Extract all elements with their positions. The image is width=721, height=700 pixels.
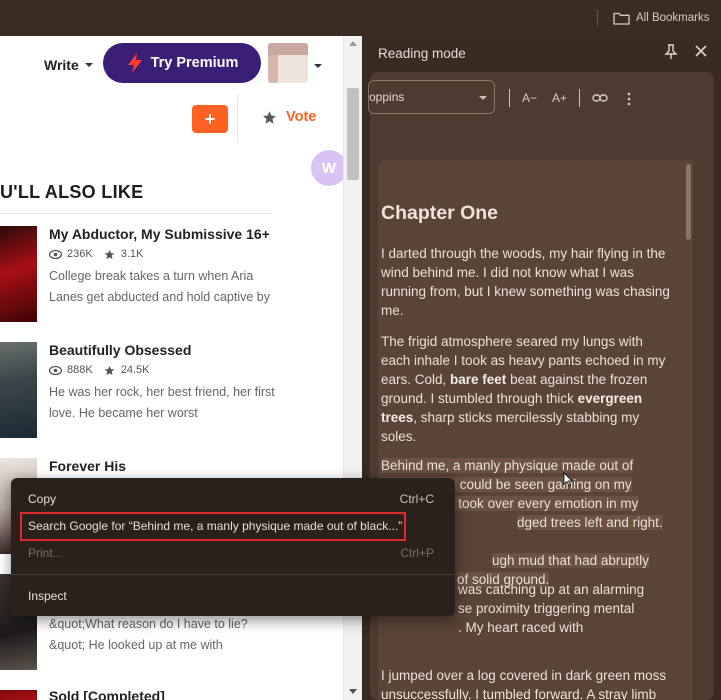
vote-label: Vote — [286, 109, 317, 125]
chevron-down-icon — [479, 96, 487, 100]
write-menu-button[interactable]: Write — [44, 57, 93, 73]
font-family-select[interactable]: oppins — [368, 80, 495, 114]
wattpad-badge[interactable]: W — [311, 150, 347, 186]
scroll-down-arrow-icon[interactable] — [349, 689, 357, 694]
book-description: College break takes a turn when Aria Lan… — [49, 269, 271, 304]
toolbar-divider — [237, 94, 238, 142]
eye-icon — [49, 365, 62, 375]
print-shortcut: Ctrl+P — [400, 546, 434, 560]
try-premium-label: Try Premium — [150, 55, 239, 71]
copy-label: Copy — [28, 492, 57, 506]
section-divider — [0, 213, 272, 214]
article-scrollbar-thumb[interactable] — [686, 164, 691, 240]
link-icon[interactable] — [592, 92, 608, 104]
book-cover[interactable] — [0, 342, 37, 438]
lightning-icon — [127, 53, 142, 73]
vote-count: 3.1K — [120, 248, 144, 260]
vote-button[interactable]: Vote — [262, 109, 316, 125]
star-icon — [262, 110, 277, 124]
increase-font-size-button[interactable]: A+ — [552, 91, 567, 105]
paragraph: I jumped over a log covered in dark gree… — [381, 668, 667, 700]
font-family-value: oppins — [369, 90, 405, 104]
menu-divider — [11, 574, 455, 575]
scrollbar-thumb[interactable] — [347, 88, 359, 180]
book-title[interactable]: My Abductor, My Submissive 16+ — [49, 226, 270, 242]
all-bookmarks-label: All Bookmarks — [636, 12, 710, 24]
book-cover[interactable] — [0, 690, 37, 700]
try-premium-button[interactable]: Try Premium — [103, 43, 261, 83]
pin-icon[interactable] — [664, 44, 678, 60]
write-label: Write — [44, 57, 79, 73]
bookmarks-separator — [597, 10, 598, 26]
more-options-icon[interactable] — [627, 92, 631, 106]
avatar-menu-chevron-icon[interactable] — [314, 64, 322, 68]
section-title: U'LL ALSO LIKE — [0, 182, 144, 202]
book-description: &quot;What reason do I have to lie? &quo… — [49, 617, 248, 652]
vote-count: 24.5K — [120, 364, 150, 376]
paragraph: The frigid atmosphere seared my lungs wi… — [381, 334, 666, 444]
paragraph: I darted through the woods, my hair flyi… — [381, 246, 670, 318]
highlight-box — [20, 512, 406, 541]
book-cover[interactable] — [0, 226, 37, 322]
list-item[interactable]: Beautifully Obsessed 888K 24.5K He was h… — [0, 342, 340, 442]
print-menu-item[interactable]: Print... Ctrl+P — [11, 541, 455, 565]
scroll-up-arrow-icon[interactable] — [349, 41, 357, 46]
add-to-list-button[interactable]: + — [192, 105, 228, 133]
close-icon[interactable] — [695, 45, 707, 57]
print-label: Print... — [28, 546, 63, 560]
avatar[interactable] — [268, 43, 308, 83]
copy-shortcut: Ctrl+C — [399, 492, 434, 506]
reading-mode-title: Reading mode — [378, 46, 466, 61]
star-icon — [104, 365, 115, 375]
decrease-font-size-button[interactable]: A− — [522, 91, 537, 105]
book-stats: 888K 24.5K — [49, 364, 149, 376]
folder-icon — [613, 12, 630, 25]
book-stats: 236K 3.1K — [49, 248, 143, 260]
read-count: 236K — [67, 248, 93, 260]
book-title[interactable]: Beautifully Obsessed — [49, 342, 191, 358]
inspect-menu-item[interactable]: Inspect — [11, 584, 455, 608]
inspect-label: Inspect — [28, 589, 67, 603]
list-item[interactable]: Sold [Completed] — [0, 688, 340, 700]
read-count: 888K — [67, 364, 93, 376]
star-icon — [104, 249, 115, 259]
bookmarks-bar: All Bookmarks — [0, 0, 721, 36]
article-content[interactable]: Chapter One I darted through the woods, … — [378, 160, 693, 700]
list-item[interactable]: My Abductor, My Submissive 16+ 236K 3.1K… — [0, 226, 340, 326]
mouse-cursor-icon — [563, 472, 573, 487]
toolbar-separator — [509, 89, 510, 107]
book-title[interactable]: Sold [Completed] — [49, 688, 165, 700]
eye-icon — [49, 249, 62, 259]
all-bookmarks-button[interactable]: All Bookmarks — [613, 9, 710, 27]
copy-menu-item[interactable]: Copy Ctrl+C — [11, 487, 455, 511]
book-title[interactable]: Forever His — [49, 458, 126, 474]
toolbar-separator — [579, 89, 580, 107]
book-description: He was her rock, her best friend, her fi… — [49, 385, 275, 420]
chevron-down-icon — [84, 63, 93, 67]
context-menu: Copy Ctrl+C Search Google for “Behind me… — [11, 478, 455, 616]
chapter-title: Chapter One — [381, 202, 499, 224]
